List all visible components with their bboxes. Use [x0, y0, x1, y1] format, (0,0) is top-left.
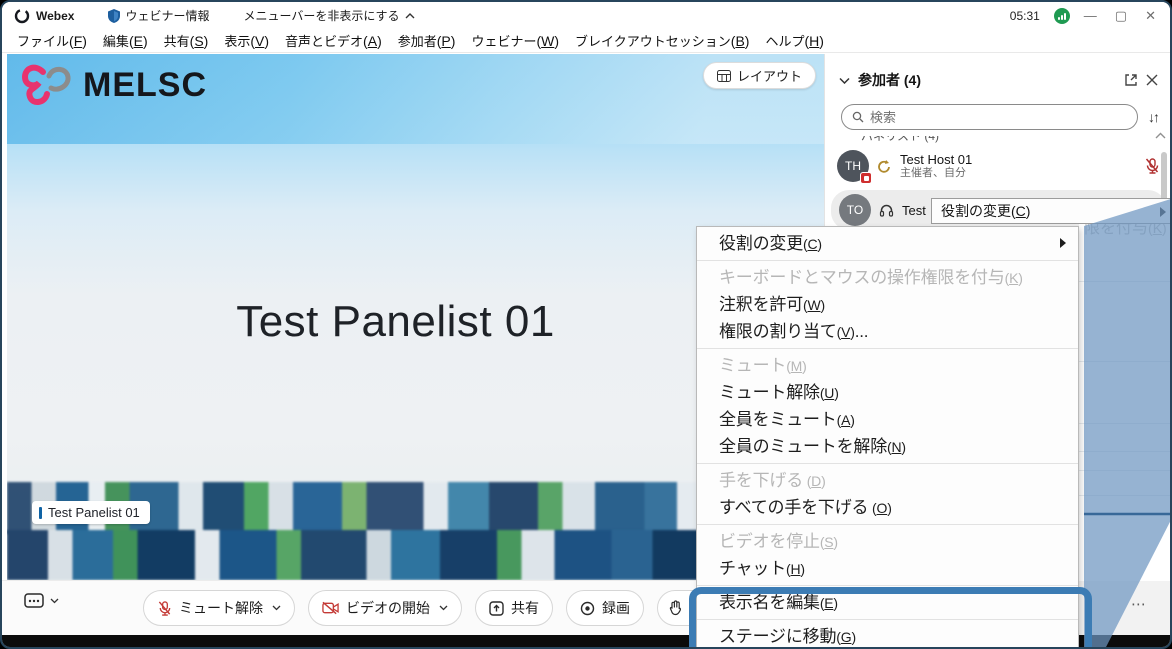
menu-separator [697, 463, 1078, 464]
menubar-item-5[interactable]: 参加者(P) [391, 29, 463, 52]
menu-separator [697, 348, 1078, 349]
context-menu-item-3[interactable]: 注釈を許可(W) [697, 291, 1078, 318]
unmute-button[interactable]: ミュート解除 [143, 590, 295, 626]
search-icon [852, 111, 864, 123]
menu-bar: ファイル(F)編集(E)共有(S)表示(V)音声とビデオ(A)参加者(P)ウェビ… [2, 29, 1170, 53]
context-menu-item-change-role[interactable]: 役割の変更(C) [941, 201, 1030, 221]
mic-muted-icon [157, 600, 172, 617]
audio-connected-icon [877, 159, 892, 174]
context-menu-item-8[interactable]: 全員をミュート(A) [697, 406, 1078, 433]
chevron-down-icon[interactable] [439, 605, 448, 611]
chevron-up-icon [405, 13, 415, 19]
menu-separator [697, 619, 1078, 620]
menubar-item-1[interactable]: 編集(E) [96, 29, 155, 52]
meeting-timer: 05:31 [1010, 9, 1040, 23]
clipped-section-header: パネリスト (4) [861, 136, 1172, 144]
close-button[interactable]: ✕ [1145, 9, 1156, 22]
camera-muted-icon [322, 601, 339, 615]
menubar-item-7[interactable]: ブレイクアウトセッション(B) [568, 29, 756, 52]
record-icon [580, 601, 595, 616]
search-input[interactable] [870, 110, 1127, 125]
menubar-item-2[interactable]: 共有(S) [157, 29, 216, 52]
popout-panel-icon[interactable] [1124, 73, 1138, 87]
maximize-button[interactable]: ▢ [1115, 9, 1127, 22]
hide-menubar-button[interactable]: メニューバーを非表示にする [243, 7, 414, 24]
menubar-item-8[interactable]: ヘルプ(H) [758, 29, 830, 52]
context-menu: 役割の変更(C) キーボードとマウスの操作権限を付与(K)注釈を許可(W)権限の割… [696, 226, 1079, 649]
submenu-arrow-icon [1160, 207, 1166, 217]
context-menu-item-9[interactable]: 全員のミュートを解除(N) [697, 433, 1078, 460]
close-panel-icon[interactable] [1146, 74, 1158, 86]
raise-hand-button[interactable] [658, 600, 693, 616]
menubar-item-4[interactable]: 音声とビデオ(A) [278, 29, 389, 52]
captions-button[interactable] [24, 593, 59, 609]
layout-button[interactable]: レイアウト [703, 62, 816, 89]
participant-row-host[interactable]: TH Test Host 01 主催者、自分 [825, 144, 1172, 188]
menubar-item-6[interactable]: ウェビナー(W) [464, 29, 566, 52]
context-menu-item-17[interactable]: 表示名を編集(E) [697, 589, 1078, 616]
sort-participants-icon[interactable]: ↓↑ [1148, 109, 1158, 125]
submenu-arrow-icon [1060, 238, 1066, 248]
menu-separator [697, 260, 1078, 261]
panel-title: 参加者 (4) [858, 70, 921, 90]
webex-logo-icon [14, 8, 30, 24]
context-menu-item-11: 手を下げる (D) [697, 467, 1078, 494]
context-menu-item-7[interactable]: ミュート解除(U) [697, 379, 1078, 406]
share-screen-icon [489, 601, 504, 616]
minimize-button[interactable]: — [1084, 9, 1097, 22]
context-menu-item-2: キーボードとマウスの操作権限を付与(K) [697, 264, 1078, 291]
context-menu-item-6: ミュート(M) [697, 352, 1078, 379]
context-menu-item-15[interactable]: チャット(H) [697, 555, 1078, 582]
brand-logo: MELSC [21, 62, 207, 108]
hidden-context-menu: 限を付与(K) [1079, 200, 1172, 515]
webex-window: Webex ウェビナー情報 メニューバーを非表示にする 05:31 — ▢ [0, 0, 1172, 649]
context-menu-item-0[interactable]: 役割の変更(C) [697, 230, 1078, 257]
chevron-down-icon[interactable] [272, 605, 281, 611]
layout-grid-icon [717, 70, 731, 82]
panel-more-options[interactable]: ⋯ [1131, 595, 1148, 613]
avatar: TH [837, 150, 869, 182]
collapse-chevron-icon[interactable] [839, 77, 850, 84]
chevron-down-icon [50, 598, 59, 604]
shield-icon [108, 9, 120, 23]
context-menu-item-19[interactable]: ステージに移動(G) [697, 623, 1078, 649]
avatar: TO [839, 194, 871, 226]
record-button[interactable]: 録画 [566, 590, 644, 626]
menu-separator [697, 585, 1078, 586]
stage-display-name: Test Panelist 01 [7, 297, 784, 347]
participant-search[interactable] [841, 104, 1138, 130]
host-badge-icon [860, 172, 872, 184]
context-menu-item-4[interactable]: 権限の割り当て(V)... [697, 318, 1078, 345]
menu-separator [697, 524, 1078, 525]
captions-icon [24, 593, 44, 609]
participant-name-tag: Test Panelist 01 [32, 501, 150, 524]
context-menu-small[interactable]: 役割の変更(C) [931, 198, 1172, 224]
speaking-indicator [39, 507, 42, 519]
title-bar: Webex ウェビナー情報 メニューバーを非表示にする 05:31 — ▢ [2, 2, 1170, 29]
menubar-item-3[interactable]: 表示(V) [217, 29, 276, 52]
connection-quality-icon[interactable] [1054, 8, 1070, 24]
headset-icon [879, 203, 894, 218]
context-menu-item-14: ビデオを停止(S) [697, 528, 1078, 555]
webinar-info-button[interactable]: ウェビナー情報 [108, 7, 209, 24]
melsc-heart-icon [21, 62, 75, 108]
start-video-button[interactable]: ビデオの開始 [308, 590, 462, 626]
share-button[interactable]: 共有 [475, 590, 553, 626]
scroll-up-icon[interactable] [1155, 132, 1166, 139]
context-menu-item-12[interactable]: すべての手を下げる (O) [697, 494, 1078, 521]
app-title: Webex [36, 9, 74, 23]
muted-mic-icon[interactable] [1144, 157, 1160, 175]
menubar-item-0[interactable]: ファイル(F) [10, 29, 94, 52]
